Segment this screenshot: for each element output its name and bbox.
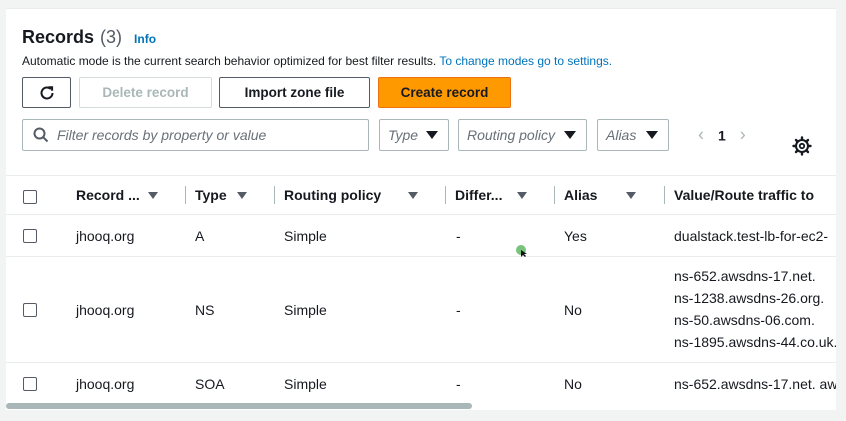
table-row[interactable]: jhooq.org SOA Simple - No ns-652.awsdns-… bbox=[6, 363, 836, 405]
caret-down-icon bbox=[426, 131, 438, 139]
column-header-differentiator[interactable]: Differ... bbox=[445, 176, 541, 214]
refresh-icon bbox=[40, 85, 53, 99]
import-zone-file-button[interactable]: Import zone file bbox=[219, 77, 370, 108]
routing-policy-cell: Simple bbox=[284, 302, 327, 318]
value-cell: ns-652.awsdns-17.net. aw bbox=[674, 373, 836, 395]
filter-search[interactable] bbox=[22, 119, 369, 151]
value-line: ns-652.awsdns-17.net. aw bbox=[674, 376, 836, 392]
table-row[interactable]: jhooq.org A Simple - Yes dualstack.test-… bbox=[6, 215, 836, 257]
sort-icon[interactable] bbox=[237, 191, 247, 199]
caret-down-icon bbox=[646, 131, 658, 139]
caret-down-icon bbox=[564, 131, 576, 139]
column-header-value[interactable]: Value/Route traffic to bbox=[664, 176, 836, 214]
row-checkbox[interactable] bbox=[23, 229, 37, 243]
records-header: Records (3) Info bbox=[22, 27, 156, 48]
table-header: Record ... Type Routing policy Differ...… bbox=[6, 175, 836, 215]
previous-page-icon[interactable]: ‹ bbox=[698, 125, 704, 146]
create-record-button[interactable]: Create record bbox=[378, 77, 511, 108]
record-type-cell: SOA bbox=[195, 376, 225, 392]
horizontal-scrollbar[interactable] bbox=[6, 402, 836, 410]
record-type-cell: A bbox=[195, 228, 205, 244]
next-page-icon[interactable]: › bbox=[740, 125, 746, 146]
description-text: Automatic mode is the current search beh… bbox=[22, 54, 437, 68]
value-line: ns-652.awsdns-17.net. bbox=[674, 268, 816, 284]
sort-icon[interactable] bbox=[626, 191, 636, 199]
type-filter-select[interactable]: Type bbox=[379, 119, 449, 151]
differentiator-cell: - bbox=[456, 302, 461, 318]
routing-policy-cell: Simple bbox=[284, 228, 327, 244]
page-title: Records bbox=[22, 27, 95, 47]
type-header-label: Type bbox=[195, 187, 227, 203]
sort-icon[interactable] bbox=[148, 191, 158, 199]
mouse-cursor-icon bbox=[516, 245, 527, 257]
value-cell: ns-652.awsdns-17.net. ns-1238.awsdns-26.… bbox=[674, 265, 836, 353]
record-name-header-label: Record ... bbox=[76, 187, 140, 203]
routing-policy-filter-select[interactable]: Routing policy bbox=[458, 119, 587, 151]
record-type-cell: NS bbox=[195, 302, 215, 318]
refresh-button[interactable] bbox=[22, 77, 71, 108]
alias-filter-select[interactable]: Alias bbox=[597, 119, 669, 151]
records-panel: Records (3) Info Automatic mode is the c… bbox=[6, 8, 836, 410]
value-cell: dualstack.test-lb-for-ec2- bbox=[674, 225, 828, 247]
record-name-cell: jhooq.org bbox=[76, 302, 135, 318]
pagination: ‹ 1 › bbox=[698, 125, 746, 146]
routing-filter-label: Routing policy bbox=[467, 127, 555, 143]
alias-cell: No bbox=[564, 376, 582, 392]
differentiator-cell: - bbox=[456, 376, 461, 392]
info-link[interactable]: Info bbox=[134, 32, 156, 46]
row-checkbox[interactable] bbox=[23, 303, 37, 317]
record-name-cell: jhooq.org bbox=[76, 228, 135, 244]
differentiator-cell: - bbox=[456, 228, 461, 244]
value-line: ns-1238.awsdns-26.org. bbox=[674, 290, 825, 306]
column-header-record-name[interactable]: Record ... bbox=[76, 176, 172, 214]
record-name-cell: jhooq.org bbox=[76, 376, 135, 392]
settings-gear-icon[interactable] bbox=[792, 136, 812, 156]
differ-header-label: Differ... bbox=[455, 187, 503, 203]
row-checkbox[interactable] bbox=[23, 377, 37, 391]
alias-header-label: Alias bbox=[564, 187, 598, 203]
delete-record-button[interactable]: Delete record bbox=[79, 77, 212, 108]
type-filter-label: Type bbox=[388, 127, 419, 143]
column-header-type[interactable]: Type bbox=[185, 176, 261, 214]
search-mode-description: Automatic mode is the current search beh… bbox=[22, 54, 612, 68]
value-line: dualstack.test-lb-for-ec2- bbox=[674, 228, 829, 244]
search-input[interactable] bbox=[57, 127, 357, 143]
column-header-alias[interactable]: Alias bbox=[554, 176, 650, 214]
alias-filter-label: Alias bbox=[606, 127, 637, 143]
sort-icon[interactable] bbox=[517, 191, 527, 199]
table-row[interactable]: jhooq.org NS Simple - No ns-652.awsdns-1… bbox=[6, 257, 836, 363]
settings-link[interactable]: To change modes go to settings. bbox=[439, 54, 612, 68]
value-line: ns-1895.awsdns-44.co.uk. bbox=[674, 334, 836, 350]
scrollbar-thumb[interactable] bbox=[6, 403, 472, 409]
current-page-number[interactable]: 1 bbox=[718, 127, 726, 143]
record-count: (3) bbox=[100, 27, 123, 47]
value-header-label: Value/Route traffic to bbox=[674, 187, 815, 203]
search-icon bbox=[33, 127, 49, 143]
column-header-routing-policy[interactable]: Routing policy bbox=[274, 176, 432, 214]
routing-policy-cell: Simple bbox=[284, 376, 327, 392]
alias-cell: No bbox=[564, 302, 582, 318]
sort-icon[interactable] bbox=[408, 191, 418, 199]
select-all-checkbox[interactable] bbox=[23, 190, 37, 204]
alias-cell: Yes bbox=[564, 228, 587, 244]
routing-header-label: Routing policy bbox=[284, 187, 382, 203]
value-line: ns-50.awsdns-06.com. bbox=[674, 312, 815, 328]
